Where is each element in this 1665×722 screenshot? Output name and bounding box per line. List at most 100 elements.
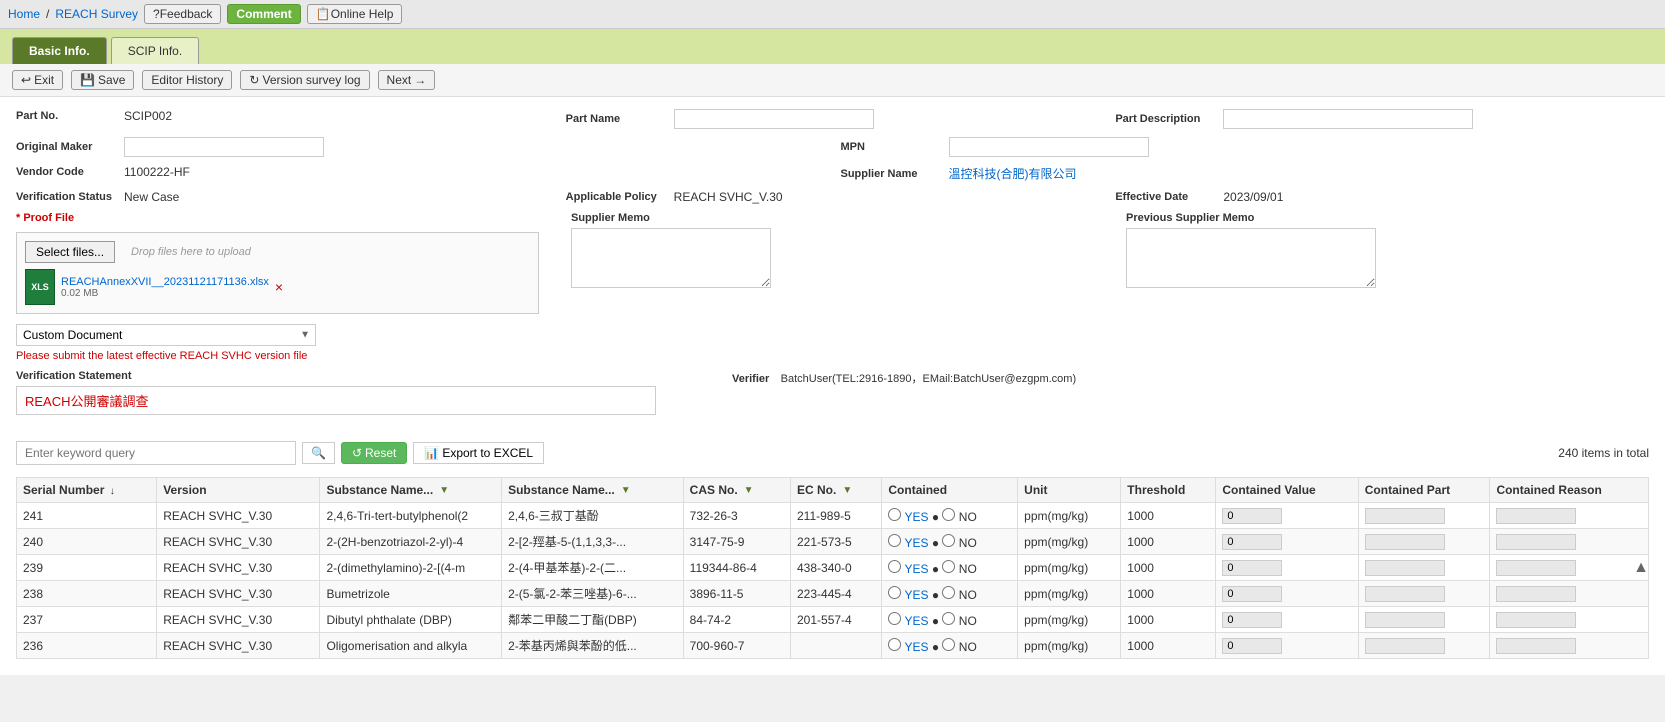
contained-reason-input[interactable] <box>1496 560 1576 576</box>
contained-yes-radio[interactable] <box>888 586 901 599</box>
version-survey-log-button[interactable]: ↻ Version survey log <box>240 70 369 90</box>
cell-contained-reason <box>1490 503 1649 529</box>
cell-ec: 211-989-5 <box>791 503 882 529</box>
mpn-label: MPN <box>841 141 941 153</box>
th-version-label: Version <box>163 483 206 497</box>
contained-value-input[interactable] <box>1222 612 1282 628</box>
contained-no-label[interactable]: NO <box>942 588 976 602</box>
cell-contained-reason <box>1490 607 1649 633</box>
search-button[interactable]: 🔍 <box>302 442 335 464</box>
part-description-input[interactable] <box>1223 109 1473 129</box>
part-no-label: Part No. <box>16 110 116 122</box>
contained-value-input[interactable] <box>1222 586 1282 602</box>
survey-link[interactable]: REACH Survey <box>55 7 138 21</box>
yes-text: YES <box>905 510 929 524</box>
contained-no-label[interactable]: NO <box>942 536 976 550</box>
contained-yes-label[interactable]: YES <box>888 510 931 524</box>
contained-yes-radio[interactable] <box>888 508 901 521</box>
contained-reason-input[interactable] <box>1496 612 1576 628</box>
contained-part-input[interactable] <box>1365 534 1445 550</box>
part-no-value: SCIP002 <box>124 109 172 123</box>
cell-substance-en: 2-(2H-benzotriazol-2-yl)-4 <box>320 529 502 555</box>
substance-zh-filter-icon[interactable]: ▼ <box>621 485 631 496</box>
contained-yes-radio[interactable] <box>888 612 901 625</box>
contained-yes-radio[interactable] <box>888 638 901 651</box>
scroll-up-button[interactable]: ▲ <box>1633 559 1649 577</box>
contained-no-radio[interactable] <box>942 612 955 625</box>
search-input[interactable] <box>16 441 296 465</box>
contained-part-input[interactable] <box>1365 638 1445 654</box>
contained-value-input[interactable] <box>1222 508 1282 524</box>
reset-button[interactable]: ↺ Reset <box>341 442 407 464</box>
cell-unit: ppm(mg/kg) <box>1018 581 1121 607</box>
contained-part-input[interactable] <box>1365 586 1445 602</box>
tab-scip-info[interactable]: SCIP Info. <box>111 37 199 64</box>
part-name-input[interactable] <box>674 109 874 129</box>
previous-supplier-memo-input[interactable] <box>1126 228 1376 288</box>
contained-value-input[interactable] <box>1222 560 1282 576</box>
contained-value-input[interactable] <box>1222 638 1282 654</box>
contained-reason-input[interactable] <box>1496 638 1576 654</box>
contained-yes-label[interactable]: YES <box>888 640 931 654</box>
contained-yes-label[interactable]: YES <box>888 588 931 602</box>
feedback-button[interactable]: ?Feedback <box>144 4 221 24</box>
previous-supplier-memo-section: Previous Supplier Memo <box>1126 212 1649 291</box>
contained-yes-label[interactable]: YES <box>888 614 931 628</box>
scroll-up-icon[interactable]: ▲ <box>1633 559 1649 576</box>
tab-basic-info[interactable]: Basic Info. <box>12 37 107 64</box>
exit-button[interactable]: ↩ Exit <box>12 70 63 90</box>
contained-part-input[interactable] <box>1365 612 1445 628</box>
effective-date-value: 2023/09/01 <box>1223 190 1283 204</box>
comment-button[interactable]: Comment <box>227 4 300 24</box>
save-button[interactable]: 💾 Save <box>71 70 134 90</box>
next-button[interactable]: Next → <box>378 70 436 90</box>
custom-document-select[interactable]: Custom Document <box>16 324 316 346</box>
contained-part-input[interactable] <box>1365 560 1445 576</box>
verification-status-field: Verification Status New Case <box>16 190 550 204</box>
contained-no-radio[interactable] <box>942 560 955 573</box>
contained-no-radio[interactable] <box>942 586 955 599</box>
cell-threshold: 1000 <box>1121 581 1216 607</box>
cell-contained: YES ● NO <box>882 555 1018 581</box>
mpn-input[interactable] <box>949 137 1149 157</box>
select-files-button[interactable]: Select files... <box>25 241 115 263</box>
contained-reason-input[interactable] <box>1496 534 1576 550</box>
online-help-button[interactable]: 📋Online Help <box>307 4 403 24</box>
contained-no-label[interactable]: NO <box>942 614 976 628</box>
contained-reason-input[interactable] <box>1496 508 1576 524</box>
verification-statement-box: REACH公開審議調查 <box>16 386 656 415</box>
export-excel-button[interactable]: 📊 Export to EXCEL <box>413 442 544 464</box>
contained-value-input[interactable] <box>1222 534 1282 550</box>
verifier-label: Verifier <box>732 373 769 385</box>
table-row: 236 REACH SVHC_V.30 Oligomerisation and … <box>17 633 1649 659</box>
drop-zone: Drop files here to upload <box>131 246 251 258</box>
cas-filter-icon[interactable]: ▼ <box>744 485 754 496</box>
exit-icon: ↩ <box>21 73 31 87</box>
no-text: NO <box>959 640 977 654</box>
contained-yes-radio[interactable] <box>888 534 901 547</box>
supplier-memo-input[interactable] <box>571 228 771 288</box>
th-threshold-label: Threshold <box>1127 483 1185 497</box>
contained-yes-label[interactable]: YES <box>888 536 931 550</box>
original-maker-input[interactable] <box>124 137 324 157</box>
contained-no-radio[interactable] <box>942 508 955 521</box>
contained-no-label[interactable]: NO <box>942 562 976 576</box>
serial-sort-icon[interactable]: ↓ <box>110 486 115 497</box>
supplier-name-label: Supplier Name <box>841 168 941 180</box>
contained-no-label[interactable]: NO <box>942 640 976 654</box>
file-name: REACHAnnexXVII__20231121171136.xlsx <box>61 276 269 288</box>
contained-no-radio[interactable] <box>942 534 955 547</box>
editor-history-button[interactable]: Editor History <box>142 70 232 90</box>
contained-reason-input[interactable] <box>1496 586 1576 602</box>
file-delete-button[interactable]: × <box>275 279 283 295</box>
home-link[interactable]: Home <box>8 7 40 21</box>
contained-no-radio[interactable] <box>942 638 955 651</box>
contained-no-label[interactable]: NO <box>942 510 976 524</box>
th-unit: Unit <box>1018 478 1121 503</box>
cell-contained: YES ● NO <box>882 529 1018 555</box>
substance-en-filter-icon[interactable]: ▼ <box>439 485 449 496</box>
ec-filter-icon[interactable]: ▼ <box>842 485 852 496</box>
contained-part-input[interactable] <box>1365 508 1445 524</box>
contained-yes-label[interactable]: YES <box>888 562 931 576</box>
contained-yes-radio[interactable] <box>888 560 901 573</box>
